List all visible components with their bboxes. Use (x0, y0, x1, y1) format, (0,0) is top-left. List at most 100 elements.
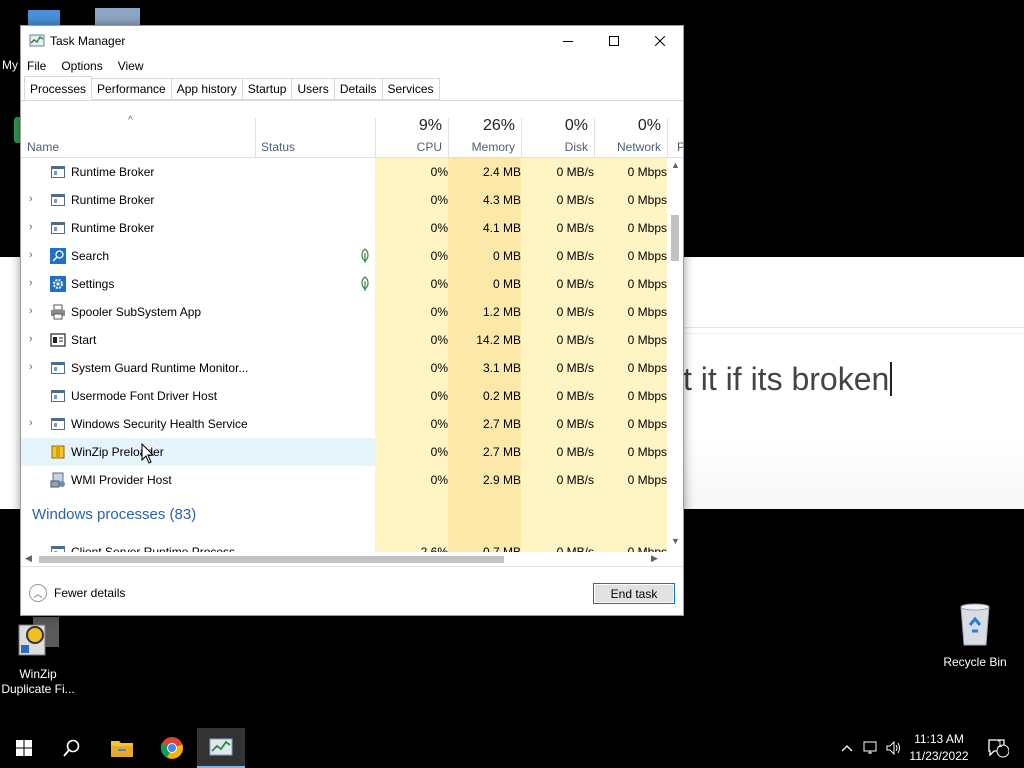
table-row[interactable]: › System Guard Runtime Monitor... 0% 3.1 MB… (21, 354, 667, 382)
memory-value: 14.2 MB (476, 333, 521, 347)
column-header-status[interactable]: Status (255, 114, 375, 158)
notification-center-button[interactable]: 1 (978, 728, 1018, 768)
table-row[interactable]: › Settings 0% 0 MB 0 MB/s 0 Mbps (21, 270, 667, 298)
scroll-up-icon[interactable]: ▲ (671, 160, 680, 170)
expand-chevron-icon[interactable]: › (29, 417, 39, 431)
network-value: 0 Mbps (627, 249, 667, 263)
network-value: 0 Mbps (627, 389, 667, 403)
table-row[interactable]: › Spooler SubSystem App 0% 1.2 MB 0 MB/s 0 Mb… (21, 298, 667, 326)
start-window-icon (50, 332, 66, 348)
network-value: 0 Mbps (627, 473, 667, 487)
expand-chevron-icon[interactable]: › (29, 305, 39, 319)
menu-view[interactable]: View (118, 59, 144, 73)
taskbar-file-explorer[interactable] (98, 728, 146, 768)
menu-options[interactable]: Options (61, 59, 102, 73)
column-header-memory[interactable]: 26% Memory (448, 114, 521, 158)
process-list[interactable]: ^ Name Status 9% CPU 26% Memory 0% Disk (21, 114, 683, 566)
menu-file[interactable]: File (27, 59, 46, 73)
task-manager-window[interactable]: Task Manager File Options View Processes… (20, 25, 684, 616)
tab-app-history[interactable]: App history (171, 78, 243, 100)
scroll-down-icon[interactable]: ▼ (671, 536, 680, 546)
disk-value: 0 MB/s (556, 445, 594, 459)
desktop-icon-recycle-bin[interactable]: Recycle Bin (936, 603, 1014, 670)
end-task-button[interactable]: End task (593, 583, 675, 604)
tab-performance[interactable]: Performance (92, 78, 172, 100)
recycle-bin-icon (960, 603, 990, 646)
table-row[interactable]: › Windows Security Health Service 0% 2.7 MB… (21, 410, 667, 438)
disk-value: 0 MB/s (556, 277, 594, 291)
table-row[interactable]: WinZip Preloader 0% 2.7 MB 0 MB/s 0 Mbps (21, 438, 667, 466)
taskbar: 11:13 AM 11/23/2022 1 (0, 728, 1024, 768)
cpu-value: 0% (430, 193, 448, 207)
chevron-up-icon (841, 745, 853, 752)
column-header-name[interactable]: Name (21, 114, 255, 158)
desktop-icon-winzip-duplicate-finder[interactable]: WinZip Duplicate Fi... (0, 615, 78, 697)
table-row[interactable]: › Search 0% 0 MB 0 MB/s 0 Mbps (21, 242, 667, 270)
memory-value: 4.1 MB (482, 221, 521, 235)
process-name: Settings (71, 277, 115, 291)
table-row[interactable]: WMI Provider Host 0% 2.9 MB 0 MB/s 0 Mbps (21, 466, 667, 494)
tab-users[interactable]: Users (292, 78, 335, 100)
scroll-right-icon[interactable]: ▶ (651, 553, 658, 564)
window-title: Task Manager (50, 33, 126, 48)
network-tray-button[interactable] (860, 728, 882, 768)
background-browser-window[interactable]: t it if its broken (683, 257, 1024, 509)
close-button[interactable] (637, 26, 683, 55)
column-header-power-partial[interactable]: P (671, 114, 683, 158)
memory-value: 2.4 MB (482, 165, 521, 179)
table-row[interactable]: › Runtime Broker 0% 4.1 MB 0 MB/s 0 Mbps (21, 214, 667, 242)
clock-time: 11:13 AM (914, 732, 964, 746)
column-header-disk[interactable]: 0% Disk (521, 114, 594, 158)
memory-value: 2.9 MB (482, 473, 521, 487)
column-header-network[interactable]: 0% Network (594, 114, 667, 158)
expand-chevron-icon[interactable]: › (29, 361, 39, 375)
taskbar-search-button[interactable] (48, 728, 96, 768)
expand-chevron-icon[interactable]: › (29, 333, 39, 347)
vertical-scrollbar[interactable]: ▲ ▼ (667, 158, 683, 552)
this-pc-icon[interactable] (28, 10, 60, 26)
title-bar[interactable]: Task Manager (21, 26, 683, 55)
scroll-left-icon[interactable]: ◀ (25, 553, 32, 564)
table-row[interactable]: › Runtime Broker 0% 4.3 MB 0 MB/s 0 Mbps (21, 186, 667, 214)
volume-tray-button[interactable] (884, 728, 904, 768)
table-row[interactable]: › Start 0% 14.2 MB 0 MB/s 0 Mbps (21, 326, 667, 354)
network-value: 0 Mbps (627, 305, 667, 319)
disk-value: 0 MB/s (556, 361, 594, 375)
maximize-button[interactable] (591, 26, 637, 55)
vertical-scroll-thumb[interactable] (671, 215, 679, 261)
table-row[interactable]: Usermode Font Driver Host 0% 0.2 MB 0 MB/s 0… (21, 382, 667, 410)
desktop-shortcut-icon[interactable] (95, 8, 140, 26)
group-header-windows-processes[interactable]: Windows processes (83) (21, 494, 667, 538)
suspended-leaf-icon (357, 276, 373, 292)
column-header-cpu[interactable]: 9% CPU (375, 114, 448, 158)
show-hidden-icons-button[interactable] (838, 728, 856, 768)
start-button[interactable] (0, 728, 48, 768)
tab-startup[interactable]: Startup (242, 78, 293, 100)
taskbar-task-manager[interactable] (197, 728, 245, 768)
network-value: 0 Mbps (627, 445, 667, 459)
taskbar-chrome[interactable] (148, 728, 196, 768)
process-name: Start (71, 333, 97, 347)
expand-chevron-icon[interactable]: › (29, 221, 39, 235)
minimize-button[interactable] (545, 26, 591, 55)
expand-chevron-icon[interactable]: › (29, 249, 39, 263)
app-window-icon (50, 360, 66, 376)
table-row[interactable]: Runtime Broker 0% 2.4 MB 0 MB/s 0 Mbps (21, 158, 667, 186)
taskbar-clock[interactable]: 11:13 AM 11/23/2022 (904, 731, 974, 765)
tab-processes[interactable]: Processes (24, 76, 93, 100)
network-value: 0 Mbps (627, 165, 667, 179)
process-name: WMI Provider Host (71, 473, 172, 487)
horizontal-scroll-thumb[interactable] (39, 556, 504, 563)
disk-value: 0 MB/s (556, 193, 594, 207)
desktop-icon-label: Recycle Bin (943, 655, 1007, 669)
desktop-icon-label-partial: My (2, 58, 18, 72)
menu-bar: File Options View (21, 55, 683, 77)
tab-services[interactable]: Services (382, 78, 440, 100)
fewer-details-button[interactable]: ︿ Fewer details (29, 584, 125, 602)
expand-chevron-icon[interactable]: › (29, 193, 39, 207)
horizontal-scrollbar[interactable]: ◀ ▶ (21, 552, 667, 566)
disk-value: 0 MB/s (556, 249, 594, 263)
tab-strip: Processes Performance App history Startu… (21, 76, 683, 101)
tab-details[interactable]: Details (334, 78, 383, 100)
expand-chevron-icon[interactable]: › (29, 277, 39, 291)
